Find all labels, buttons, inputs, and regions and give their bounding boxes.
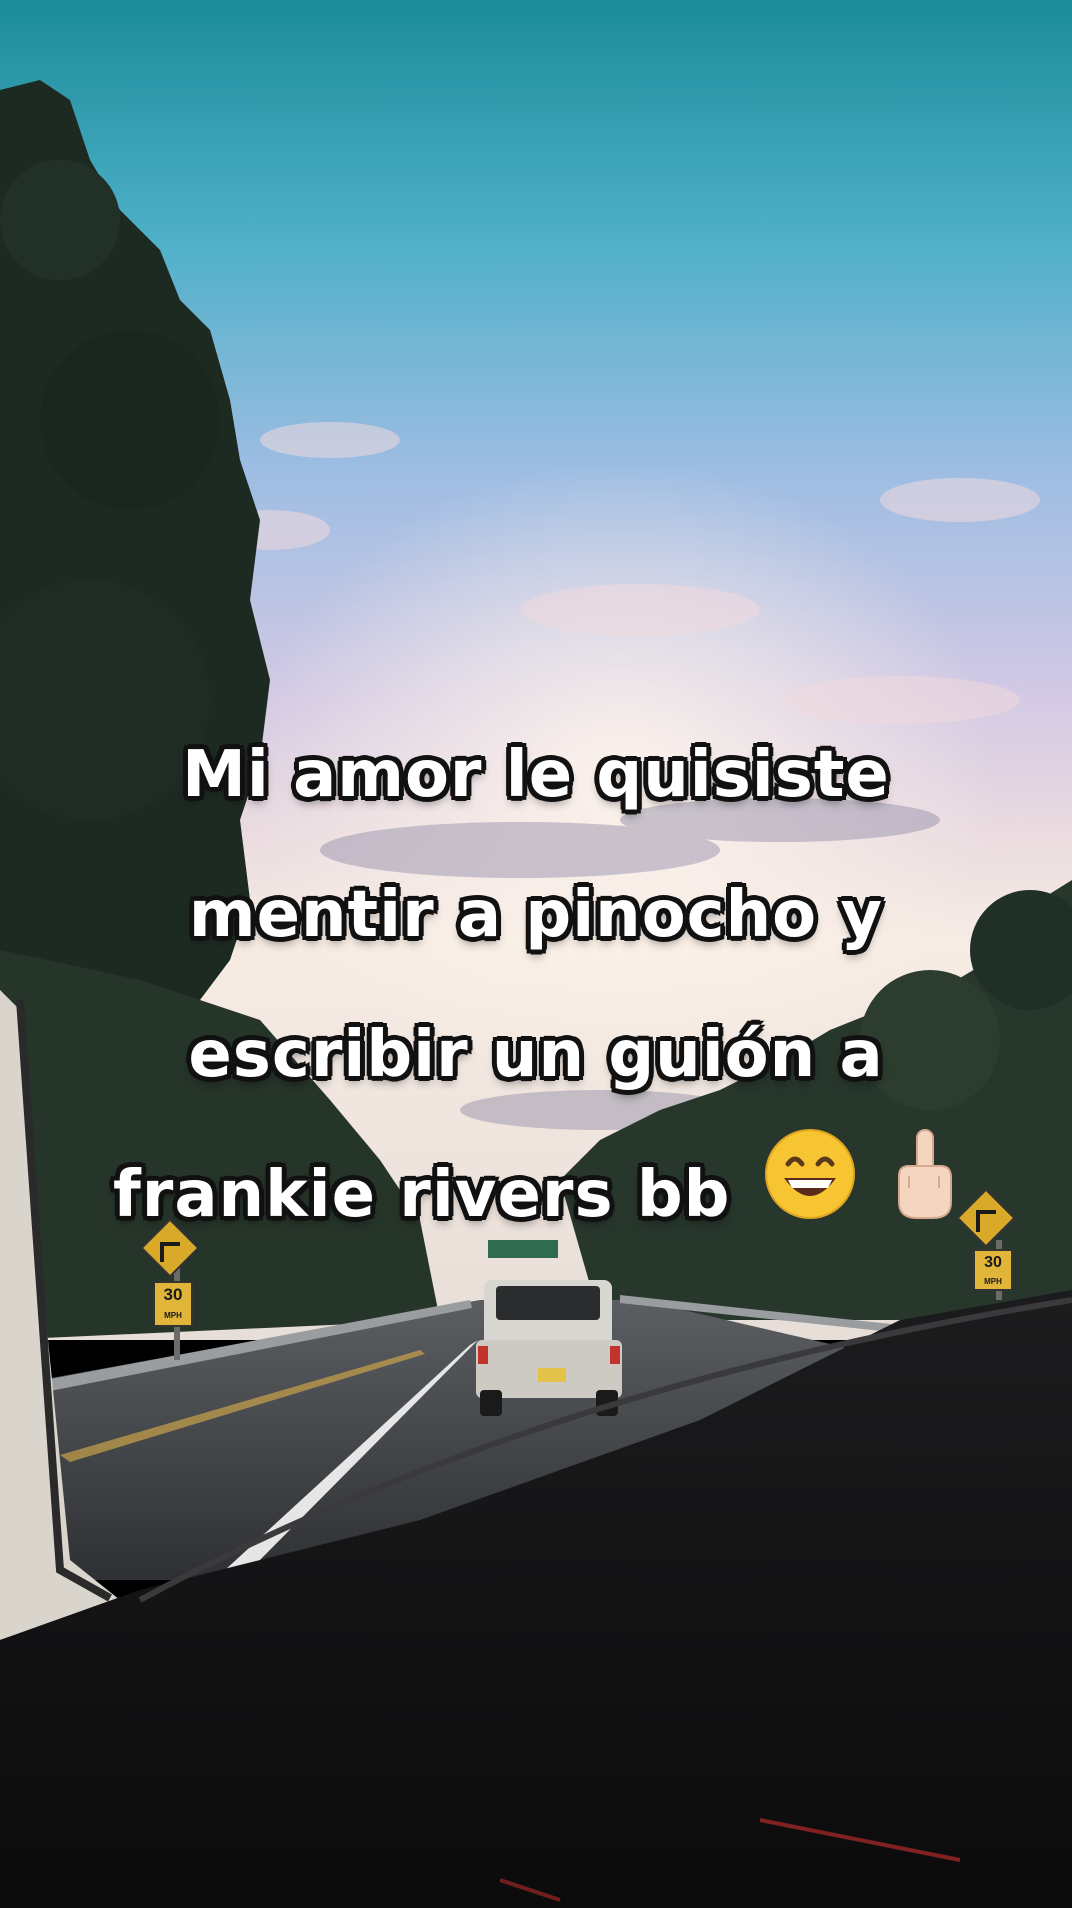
right-speed-unit: MPH — [984, 1277, 1002, 1286]
caption-line-1: Mi amor le quisiste — [182, 738, 890, 812]
middle-finger-emoji-icon — [889, 1126, 959, 1271]
caption-line-4: frankie rivers bb — [60, 1125, 1012, 1271]
caption-line-2: mentir a pinocho y — [188, 878, 884, 952]
pickup-truck — [476, 1280, 622, 1416]
left-speed-sign: 30 MPH — [154, 1286, 192, 1325]
grinning-face-emoji-icon — [764, 1128, 856, 1269]
left-speed-unit: MPH — [164, 1311, 182, 1320]
caption-overlay: Mi amor le quisiste mentir a pinocho y e… — [60, 705, 1012, 1271]
caption-line-3: escribir un guión a — [188, 1018, 884, 1092]
video-frame: 30 MPH 30 MPH Mi amor le quisiste mentir… — [0, 0, 1072, 1908]
caption-line-4-text: frankie rivers bb — [112, 1158, 731, 1232]
left-speed-value: 30 — [163, 1285, 183, 1304]
